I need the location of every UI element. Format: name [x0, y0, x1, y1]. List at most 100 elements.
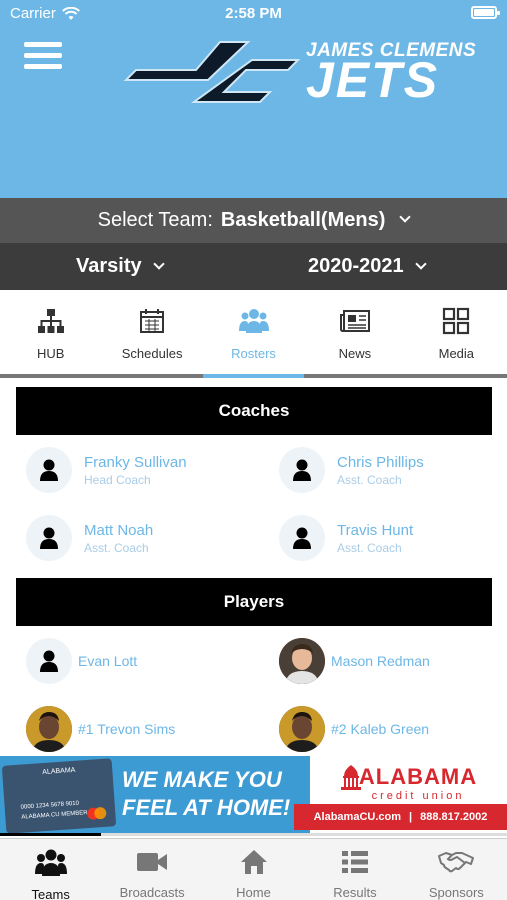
tab-hub[interactable]: HUB — [0, 290, 101, 374]
tab-label: News — [338, 346, 372, 361]
nav-teams[interactable]: Teams — [0, 839, 101, 900]
coach-name: Franky Sullivan — [84, 453, 187, 471]
ad-slogan: WE MAKE YOU FEEL AT HOME! — [122, 766, 290, 822]
card-bank-label: ALABAMA — [42, 766, 76, 777]
avatar — [26, 638, 72, 684]
avatar — [279, 447, 325, 493]
season-selector-value: 2020-2021 — [308, 255, 404, 277]
player-name: #1 Trevon Sims — [78, 721, 176, 737]
coaches-header: Coaches — [16, 387, 492, 435]
nav-home[interactable]: Home — [203, 839, 304, 900]
player-name: Evan Lott — [78, 653, 138, 669]
coach-card[interactable]: Matt Noah Asst. Coach — [26, 513, 246, 563]
player-photo — [279, 706, 325, 752]
clock: 2:58 PM — [225, 5, 282, 22]
team-selector[interactable]: Select Team: Basketball(Mens) — [0, 198, 507, 243]
level-selector-value: Varsity — [76, 255, 142, 277]
person-icon — [40, 459, 58, 481]
nav-label: Sponsors — [428, 885, 484, 900]
player-card[interactable]: #1 Trevon Sims — [26, 704, 246, 754]
ad-website: AlabamaCU.com — [313, 811, 402, 823]
tab-label: Schedules — [121, 346, 183, 361]
player-name: #2 Kaleb Green — [331, 721, 430, 737]
nav-label: Teams — [31, 887, 70, 900]
level-selector[interactable]: Varsity — [76, 255, 165, 278]
ad-contact-bar: AlabamaCU.com | 888.817.2002 — [294, 804, 507, 830]
tab-schedules[interactable]: Schedules — [101, 290, 202, 374]
avatar — [26, 515, 72, 561]
hamburger-menu-button[interactable] — [24, 42, 62, 74]
calendar-icon — [137, 306, 167, 336]
chevron-down-icon — [415, 258, 427, 270]
status-bar: Carrier 2:58 PM — [0, 0, 507, 28]
nav-label: Results — [333, 885, 377, 900]
section-tabs: HUB Schedules Rosters News Media — [0, 290, 507, 378]
coach-role: Head Coach — [84, 472, 151, 487]
coach-role: Asst. Coach — [337, 540, 402, 555]
team-logo: JAMES CLEMENS JETS — [120, 36, 490, 106]
season-selector[interactable]: 2020-2021 — [308, 255, 427, 278]
tab-news[interactable]: News — [304, 290, 405, 374]
player-card[interactable]: Mason Redman — [279, 636, 499, 686]
level-season-row: Varsity 2020-2021 — [0, 243, 507, 290]
credit-card-image: ALABAMA 0000 1234 5678 9010 ALABAMA CU M… — [1, 758, 117, 834]
avatar — [26, 447, 72, 493]
player-card[interactable]: #2 Kaleb Green — [279, 704, 499, 754]
nav-broadcasts[interactable]: Broadcasts — [101, 839, 202, 900]
tab-label: Rosters — [231, 346, 276, 361]
hierarchy-icon — [36, 306, 66, 336]
player-card[interactable]: Evan Lott — [26, 636, 246, 686]
ad-brand-name: ALABAMA — [358, 764, 478, 789]
list-icon — [341, 849, 369, 875]
players-header: Players — [16, 578, 492, 626]
team-selector-value: Basketball(Mens) — [220, 209, 386, 231]
newspaper-icon — [339, 306, 370, 336]
home-icon — [240, 849, 268, 875]
coach-card[interactable]: Franky Sullivan Head Coach — [26, 445, 246, 495]
tab-label: HUB — [36, 346, 65, 361]
bottom-tab-bar: Teams Broadcasts Home Results Sponsors — [0, 838, 507, 900]
jc-monogram-icon — [123, 41, 300, 103]
ad-slogan-line1: WE MAKE YOU — [122, 767, 282, 792]
person-icon — [40, 527, 58, 549]
player-photo — [26, 706, 72, 752]
coach-card[interactable]: Travis Hunt Asst. Coach — [279, 513, 499, 563]
nav-sponsors[interactable]: Sponsors — [406, 839, 507, 900]
ad-rotation-progress — [0, 833, 507, 836]
ad-slogan-line2: FEEL AT HOME! — [122, 795, 291, 820]
nav-results[interactable]: Results — [304, 839, 405, 900]
ad-phone: 888.817.2002 — [420, 811, 488, 823]
coach-role: Asst. Coach — [84, 540, 149, 555]
card-holder: ALABAMA CU MEMBER — [21, 810, 88, 821]
person-icon — [293, 459, 311, 481]
coach-name: Matt Noah — [84, 521, 154, 539]
tab-label: Media — [438, 346, 475, 361]
ad-brand-sub: credit union — [371, 790, 465, 802]
video-camera-icon — [136, 849, 168, 875]
coach-role: Asst. Coach — [337, 472, 402, 487]
player-name: Mason Redman — [331, 653, 430, 669]
users-icon — [238, 306, 269, 336]
chevron-down-icon — [153, 258, 165, 270]
nav-label: Broadcasts — [119, 885, 185, 900]
nav-label: Home — [236, 885, 271, 900]
person-icon — [293, 527, 311, 549]
battery-icon — [471, 6, 500, 19]
sponsor-ad-banner[interactable]: ALABAMA 0000 1234 5678 9010 ALABAMA CU M… — [0, 756, 507, 836]
people-icon — [34, 849, 67, 877]
tab-rosters[interactable]: Rosters — [202, 290, 305, 378]
card-number: 0000 1234 5678 9010 — [20, 800, 80, 811]
tab-media[interactable]: Media — [406, 290, 507, 374]
ad-separator: | — [409, 811, 413, 823]
coach-name: Chris Phillips — [337, 453, 424, 471]
handshake-icon — [438, 849, 475, 875]
team-selector-label: Select Team: — [97, 209, 213, 231]
team-name: JETS — [306, 52, 440, 108]
coach-card[interactable]: Chris Phillips Asst. Coach — [279, 445, 499, 495]
capitol-building-icon — [341, 765, 361, 790]
chevron-down-icon — [399, 210, 412, 223]
player-photo — [279, 638, 325, 684]
coach-name: Travis Hunt — [337, 521, 414, 539]
app-header: Carrier 2:58 PM JAMES CLEMENS JETS — [0, 0, 507, 198]
ad-brand: ALABAMA credit union — [338, 764, 498, 802]
